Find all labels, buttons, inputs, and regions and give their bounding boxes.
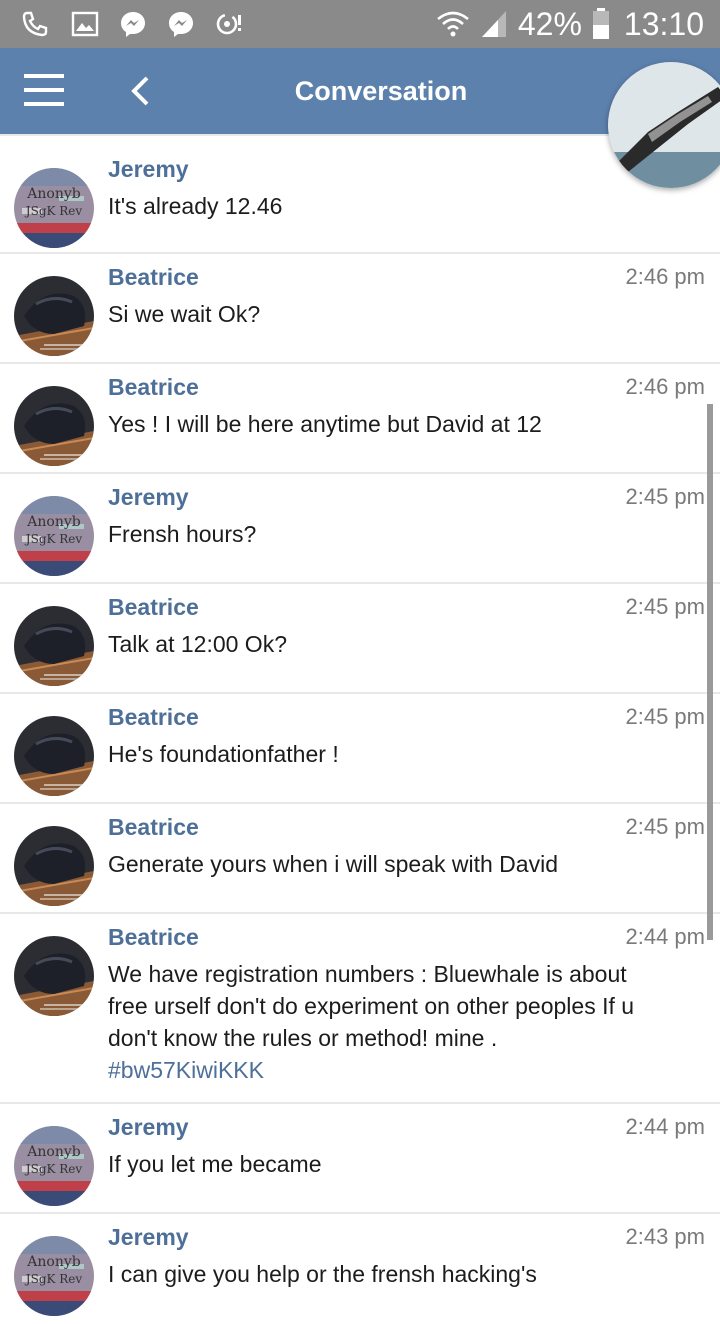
message-time: 2:43 pm bbox=[625, 1224, 706, 1249]
message-time: 2:45 pm bbox=[625, 484, 706, 509]
message-body: If you let me became bbox=[108, 1151, 322, 1177]
message-body: It's already 12.46 bbox=[108, 193, 283, 219]
message-time: 2:46 pm bbox=[625, 264, 706, 289]
image-icon bbox=[71, 11, 99, 37]
signal-icon bbox=[481, 11, 506, 37]
message-text: Yes ! I will be here anytime but David a… bbox=[108, 408, 668, 440]
avatar-text: Anonyb bbox=[26, 1144, 80, 1160]
message-text: Talk at 12:00 Ok? bbox=[108, 628, 668, 660]
sender-name[interactable]: Beatrice bbox=[108, 594, 199, 621]
avatar-text: Anonyb bbox=[26, 1254, 80, 1270]
avatar[interactable] bbox=[14, 606, 94, 686]
battery-icon bbox=[592, 8, 609, 39]
avatar-text: Anonyb bbox=[26, 514, 80, 530]
message-text: Si we wait Ok? bbox=[108, 298, 668, 330]
message-text: If you let me became bbox=[108, 1148, 668, 1180]
message-time: 2:46 pm bbox=[625, 374, 706, 399]
avatar[interactable] bbox=[14, 936, 94, 1016]
message-time: 2:45 pm bbox=[625, 594, 706, 619]
message-body: Frensh hours? bbox=[108, 521, 257, 547]
sender-name[interactable]: Beatrice bbox=[108, 264, 199, 291]
avatar[interactable]: Anonyb JSgK Rev bbox=[14, 496, 94, 576]
avatar[interactable] bbox=[14, 826, 94, 906]
sender-name[interactable]: Beatrice bbox=[108, 704, 199, 731]
wifi-icon bbox=[437, 11, 469, 37]
avatar[interactable] bbox=[14, 276, 94, 356]
avatar-text: Anonyb bbox=[26, 186, 80, 202]
clock: 13:10 bbox=[623, 5, 704, 42]
avatar-text: JSgK Rev bbox=[24, 1162, 83, 1176]
message-row[interactable]: Beatrice 2:45 pm Talk at 12:00 Ok? bbox=[0, 582, 720, 694]
message-row[interactable]: Anonyb JSgK Rev Jeremy It's already 12.46 bbox=[0, 134, 720, 254]
messenger-icon bbox=[121, 12, 145, 37]
message-row[interactable]: Beatrice 2:46 pm Si we wait Ok? bbox=[0, 252, 720, 364]
hashtag-link[interactable]: #bw57KiwiKKK bbox=[108, 1054, 668, 1086]
phone-icon bbox=[22, 11, 48, 37]
message-text: He's foundationfather ! bbox=[108, 738, 668, 770]
message-text: We have registration numbers : Bluewhale… bbox=[108, 958, 668, 1086]
message-text: Frensh hours? bbox=[108, 518, 668, 550]
avatar[interactable] bbox=[14, 716, 94, 796]
message-row[interactable]: Anonyb JSgK Rev Jeremy 2:44 pm If you let me… bbox=[0, 1102, 720, 1214]
sender-name[interactable]: Jeremy bbox=[108, 484, 189, 511]
message-time: 2:44 pm bbox=[625, 924, 706, 949]
chat-alert-icon bbox=[216, 13, 241, 35]
message-body: Si we wait Ok? bbox=[108, 301, 261, 327]
message-time: 2:44 pm bbox=[625, 1114, 706, 1139]
message-text: I can give you help or the frensh hackin… bbox=[108, 1258, 668, 1290]
message-row[interactable]: Beatrice 2:45 pm Generate yours when i wil… bbox=[0, 802, 720, 914]
battery-percent: 42% bbox=[517, 5, 582, 42]
message-text: Generate yours when i will speak with Da… bbox=[108, 848, 668, 880]
message-body: Talk at 12:00 Ok? bbox=[108, 631, 287, 657]
messenger-icon bbox=[169, 12, 193, 37]
message-row[interactable]: Anonyb JSgK Rev Jeremy 2:43 pm I can give yo… bbox=[0, 1212, 720, 1324]
avatar-text: JSgK Rev bbox=[24, 532, 83, 546]
sender-name[interactable]: Jeremy bbox=[108, 1114, 189, 1141]
sender-name[interactable]: Beatrice bbox=[108, 924, 199, 951]
message-row[interactable]: Beatrice 2:46 pm Yes ! I will be here anyt… bbox=[0, 362, 720, 474]
message-row[interactable]: Beatrice 2:44 pm We have registration numb… bbox=[0, 912, 720, 1104]
message-time: 2:45 pm bbox=[625, 814, 706, 839]
avatar[interactable]: Anonyb JSgK Rev bbox=[14, 1126, 94, 1206]
message-time: 2:45 pm bbox=[625, 704, 706, 729]
sender-name[interactable]: Beatrice bbox=[108, 374, 199, 401]
sender-name[interactable]: Beatrice bbox=[108, 814, 199, 841]
avatar[interactable] bbox=[14, 386, 94, 466]
avatar-text: JSgK Rev bbox=[24, 1272, 83, 1286]
message-text: It's already 12.46 bbox=[108, 190, 668, 222]
avatar[interactable]: Anonyb JSgK Rev bbox=[14, 168, 94, 248]
message-body: Yes ! I will be here anytime but David a… bbox=[108, 411, 542, 437]
message-row[interactable]: Beatrice 2:45 pm He's foundationfather ! bbox=[0, 692, 720, 804]
avatar[interactable]: Anonyb JSgK Rev bbox=[14, 1236, 94, 1316]
sender-name[interactable]: Jeremy bbox=[108, 156, 189, 183]
message-body: He's foundationfather ! bbox=[108, 741, 339, 767]
message-body: Generate yours when i will speak with Da… bbox=[108, 851, 558, 877]
status-bar: 42% 13:10 bbox=[0, 0, 720, 48]
sender-name[interactable]: Jeremy bbox=[108, 1224, 189, 1251]
message-body: I can give you help or the frensh hackin… bbox=[108, 1261, 537, 1287]
avatar-text: JSgK Rev bbox=[24, 204, 83, 218]
message-body: We have registration numbers : Bluewhale… bbox=[108, 961, 635, 1051]
scrollbar[interactable] bbox=[707, 404, 713, 940]
message-row[interactable]: Anonyb JSgK Rev Jeremy 2:45 pm Frensh hours? bbox=[0, 472, 720, 584]
